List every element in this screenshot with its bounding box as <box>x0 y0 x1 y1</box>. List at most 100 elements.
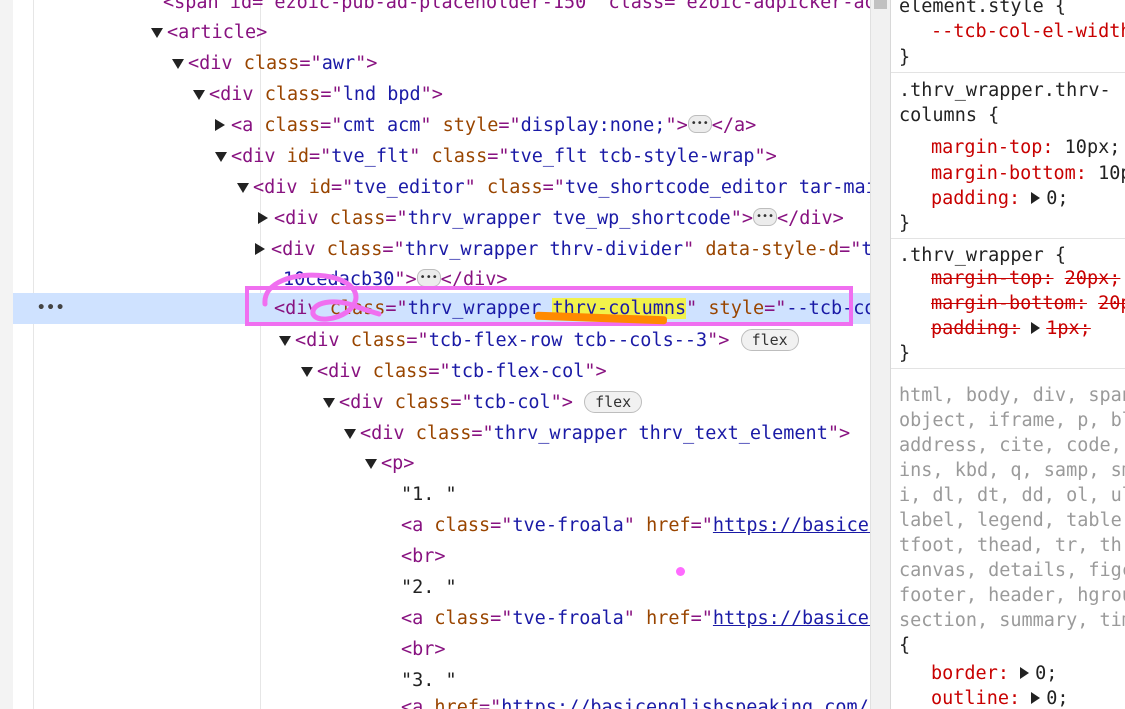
css-property-value[interactable]: 10px; <box>1065 137 1121 158</box>
css-property-value[interactable]: 0; <box>1031 688 1069 709</box>
css-property-name[interactable]: margin-top: <box>931 137 1054 158</box>
css-property-name[interactable]: --tcb-col-el-width: <box>931 21 1125 42</box>
expand-shorthand-icon[interactable] <box>1020 667 1030 679</box>
css-declaration[interactable]: margin-bottom: 20px <box>931 291 1125 316</box>
collapsed-children-ellipsis[interactable] <box>416 262 441 293</box>
dom-node-row[interactable]: <br> <box>13 541 870 572</box>
css-property-name[interactable]: padding: <box>931 318 1020 339</box>
dom-node-markup: <article> <box>167 17 267 48</box>
css-property-value[interactable]: 0; <box>1031 188 1069 209</box>
dom-node-row[interactable]: <div class="tcb-flex-col"> <box>13 356 870 387</box>
markup-token: tve <box>861 239 870 260</box>
collapse-triangle-icon[interactable] <box>215 152 227 162</box>
dom-node-row[interactable]: <div id="tve_flt" class="tve_flt tcb-sty… <box>13 141 870 172</box>
css-property-value[interactable]: 20px; <box>1065 268 1121 289</box>
dom-node-row[interactable]: <div class="tcb-col"> flex <box>13 387 870 418</box>
collapse-triangle-icon[interactable] <box>237 183 249 193</box>
dom-node-row[interactable]: <div class="thrv_wrapper tve_wp_shortcod… <box>13 201 870 234</box>
css-property-value[interactable]: 1px; <box>1031 318 1091 339</box>
expand-triangle-icon[interactable] <box>258 212 268 224</box>
collapse-triangle-icon[interactable] <box>344 429 356 439</box>
dom-node-row[interactable]: <a class="tve-froala" href="https://basi… <box>13 510 870 541</box>
dom-node-row[interactable]: "2. " <box>13 572 870 603</box>
closing-tag: </div> <box>440 269 508 290</box>
markup-token[interactable]: https://basiceng <box>713 515 870 536</box>
collapse-triangle-icon[interactable] <box>365 459 377 469</box>
css-property-value[interactable]: 0; <box>1020 663 1057 684</box>
styles-panel[interactable]: element.style {--tcb-col-el-width: } .thr… <box>890 0 1125 709</box>
elements-scrollbar[interactable] <box>870 0 890 709</box>
css-declaration[interactable]: padding: 0; <box>931 186 1069 211</box>
dom-node-row[interactable]: <span id="ezoic-pub-ad-placeholder-150" … <box>13 0 870 18</box>
collapsed-children-ellipsis[interactable] <box>687 108 712 139</box>
expand-triangle-icon[interactable] <box>215 119 225 131</box>
scrollbar-thumb[interactable] <box>874 0 887 9</box>
markup-token: class <box>326 239 383 260</box>
collapse-triangle-icon[interactable] <box>193 90 205 100</box>
dom-node-row[interactable]: 10cedacb30"> </div> <box>13 262 870 295</box>
markup-token: "> <box>707 330 730 351</box>
dom-node-row[interactable]: <div class="thrv_wrapper thrv-divider" d… <box>13 234 870 265</box>
flex-badge[interactable]: flex <box>584 391 643 413</box>
markup-token: =" <box>498 115 521 136</box>
dom-node-row[interactable]: <article> <box>13 17 870 48</box>
dom-node-markup: <div id="tve_flt" class="tve_flt tcb-sty… <box>231 141 777 172</box>
css-declaration[interactable]: margin-top: 20px; <box>931 266 1120 291</box>
row-more-options-icon[interactable]: ••• <box>37 293 65 324</box>
expand-shorthand-icon[interactable] <box>1031 692 1041 704</box>
markup-token: <div <box>274 298 330 319</box>
css-declaration[interactable]: padding: 1px; <box>931 316 1091 341</box>
css-declaration[interactable]: outline: 0; <box>931 686 1069 709</box>
css-property-name[interactable]: outline: <box>931 688 1020 709</box>
css-property-value[interactable]: 10px <box>1098 163 1125 184</box>
markup-token: class <box>434 608 491 629</box>
markup-token: https://basicenglishspeaking.com/b <box>501 697 870 709</box>
elements-tree-panel[interactable]: <span id="ezoic-pub-ad-placeholder-150" … <box>13 0 870 709</box>
css-property-name[interactable]: padding: <box>931 188 1020 209</box>
dom-node-row[interactable]: <a class="tve-froala" href="https://basi… <box>13 603 870 634</box>
dom-node-row[interactable]: "1. " <box>13 479 870 510</box>
ua-selector-list: section, summary, time <box>899 610 1125 631</box>
markup-token: class <box>434 515 491 536</box>
collapsed-children-ellipsis[interactable] <box>752 201 777 232</box>
css-declaration[interactable]: --tcb-col-el-width: <box>931 19 1125 44</box>
collapse-triangle-icon[interactable] <box>151 28 163 38</box>
css-property-name[interactable]: border: <box>931 663 1009 684</box>
markup-token: <a <box>401 697 435 709</box>
dom-node-row[interactable]: <div id="tve_editor" class="tve_shortcod… <box>13 172 870 203</box>
expand-shorthand-icon[interactable] <box>1031 322 1041 334</box>
markup-token: class <box>415 423 472 444</box>
dom-node-row[interactable]: <div class="tcb-flex-row tcb--cols--3"> … <box>13 325 870 356</box>
closing-tag: </div> <box>776 208 844 229</box>
expand-triangle-icon[interactable] <box>255 243 265 255</box>
collapse-triangle-icon[interactable] <box>279 336 291 346</box>
expand-shorthand-icon[interactable] <box>1031 192 1041 204</box>
css-property-name[interactable]: margin-bottom: <box>931 293 1087 314</box>
markup-token: =" <box>406 330 429 351</box>
markup-token[interactable]: https://basiceng <box>713 608 870 629</box>
collapse-triangle-icon[interactable] <box>301 367 313 377</box>
dom-node-row[interactable]: <div class="thrv_wrapper thrv_text_eleme… <box>13 418 870 449</box>
collapse-triangle-icon[interactable] <box>172 59 184 69</box>
dom-node-row[interactable]: <br> <box>13 634 870 665</box>
css-property-value[interactable]: 20px <box>1098 293 1125 314</box>
dom-node-row[interactable]: <a class="cmt acm" style="display:none;"… <box>13 108 870 141</box>
markup-token: <a <box>401 515 435 536</box>
rule-separator <box>891 238 1125 239</box>
dom-node-row-selected[interactable]: ••• <div class="thrv_wrapper thrv-columns… <box>13 293 870 324</box>
flex-badge[interactable]: flex <box>740 329 799 351</box>
markup-token: class <box>431 146 488 167</box>
dom-node-row[interactable]: <p> <box>13 448 870 479</box>
css-property-name[interactable]: margin-bottom: <box>931 163 1087 184</box>
collapse-triangle-icon[interactable] <box>323 398 335 408</box>
dom-node-row[interactable]: <a href="https://basicenglishspeaking.co… <box>13 692 870 709</box>
css-declaration[interactable]: border: 0; <box>931 661 1057 686</box>
css-property-name[interactable]: margin-top: <box>931 268 1054 289</box>
markup-token: " <box>683 239 706 260</box>
css-declaration[interactable]: margin-bottom: 10px <box>931 161 1125 186</box>
dom-node-markup: <br> <box>401 634 446 665</box>
dom-node-row[interactable]: <div class="lnd bpd"> <box>13 79 870 110</box>
dom-node-row[interactable]: <div class="awr"> <box>13 48 870 79</box>
markup-token: awr <box>321 53 356 74</box>
css-declaration[interactable]: margin-top: 10px; <box>931 135 1120 160</box>
